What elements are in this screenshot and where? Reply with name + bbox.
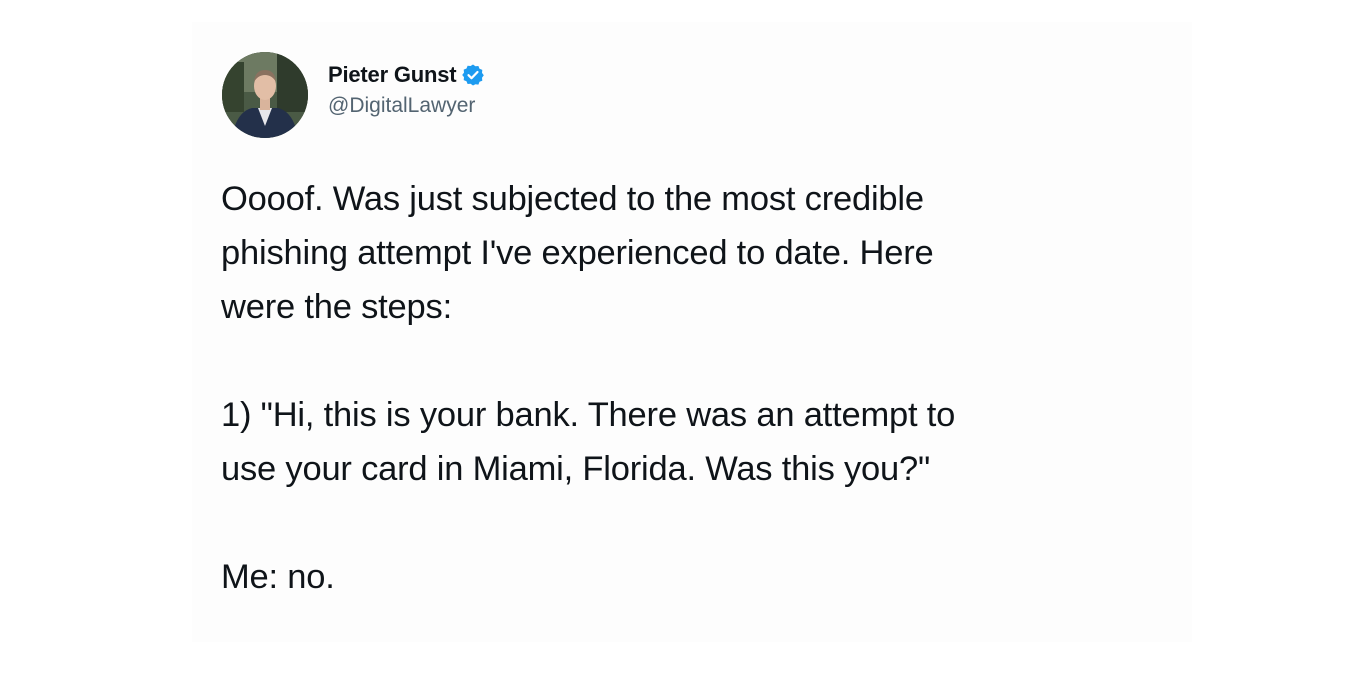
author-info: Pieter Gunst @DigitalLawyer (328, 60, 485, 118)
avatar-photo (222, 52, 308, 138)
tweet-paragraph: Oooof. Was just subjected to the most cr… (221, 180, 934, 326)
avatar[interactable] (222, 52, 308, 138)
tweet-text: Oooof. Was just subjected to the most cr… (221, 172, 1161, 604)
user-handle[interactable]: @DigitalLawyer (328, 94, 485, 118)
display-name[interactable]: Pieter Gunst (328, 62, 457, 88)
tweet-paragraph: Me: no. (221, 558, 335, 596)
verified-badge-icon (461, 63, 485, 87)
tweet-paragraph: 1) "Hi, this is your bank. There was an … (221, 396, 956, 488)
name-row: Pieter Gunst (328, 60, 485, 90)
page: Pieter Gunst @DigitalLawyer Oooof. Was j… (0, 0, 1356, 676)
